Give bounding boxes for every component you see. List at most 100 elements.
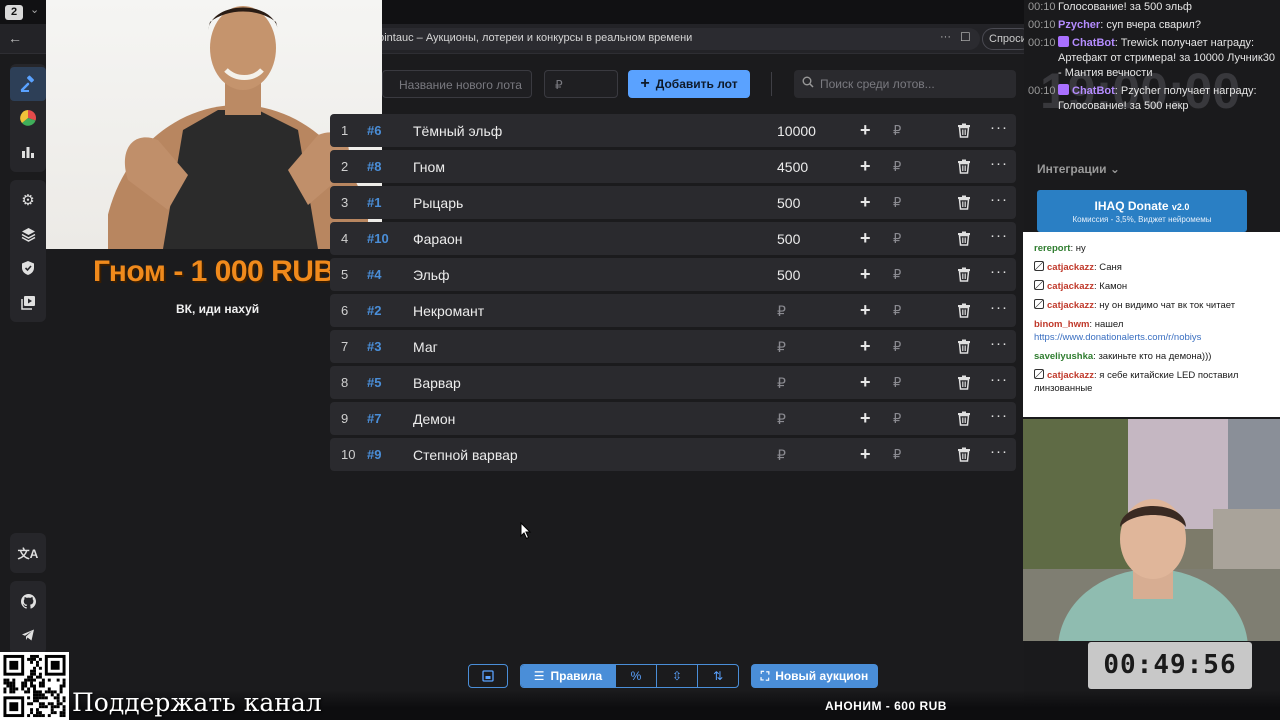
trash-icon[interactable] — [957, 267, 971, 282]
chevron-down-icon: ⌄ — [1109, 162, 1120, 176]
add-amount-button[interactable]: + — [860, 192, 871, 213]
lot-amount-input[interactable]: ₽ — [777, 339, 786, 356]
lot-row[interactable]: 9 #7 Демон ₽ + ₽ ··· — [330, 402, 1016, 435]
more-icon[interactable]: ··· — [940, 31, 951, 43]
more-options-icon[interactable]: ··· — [990, 263, 1008, 280]
lot-extra-amount-input[interactable]: ₽ — [893, 339, 901, 355]
lot-row[interactable]: 1 #6 Тёмный эльф 10000 + ₽ ··· — [330, 114, 1016, 147]
lot-extra-amount-input[interactable]: ₽ — [893, 231, 901, 247]
lot-amount-input[interactable]: 500 — [777, 267, 800, 283]
more-options-icon[interactable]: ··· — [990, 299, 1008, 316]
lot-amount-input[interactable]: ₽ — [777, 411, 786, 428]
stats-bar-chart-icon[interactable] — [10, 135, 46, 169]
sidebar-links-group — [10, 581, 46, 655]
trash-icon[interactable] — [957, 195, 971, 210]
trash-icon[interactable] — [957, 375, 971, 390]
trash-icon[interactable] — [957, 159, 971, 174]
lot-row[interactable]: 4 #10 Фараон 500 + ₽ ··· — [330, 222, 1016, 255]
lot-name[interactable]: Степной варвар — [413, 447, 518, 463]
trash-icon[interactable] — [957, 339, 971, 354]
telegram-icon[interactable] — [10, 618, 46, 652]
lot-row[interactable]: 2 #8 Гном 4500 + ₽ ··· — [330, 150, 1016, 183]
lot-extra-amount-input[interactable]: ₽ — [893, 159, 901, 175]
lot-amount-input[interactable]: ₽ — [777, 375, 786, 392]
add-amount-button[interactable]: + — [860, 156, 871, 177]
lot-name[interactable]: Варвар — [413, 375, 461, 391]
integrations-header[interactable]: Интеграции ⌄ — [1037, 162, 1120, 176]
gear-icon[interactable]: ⚙ — [10, 183, 46, 217]
lot-name[interactable]: Демон — [413, 411, 455, 427]
more-options-icon[interactable]: ··· — [990, 191, 1008, 208]
lot-name[interactable]: Эльф — [413, 267, 450, 283]
more-options-icon[interactable]: ··· — [990, 335, 1008, 352]
tab-count-badge[interactable]: 2 — [5, 5, 23, 20]
github-icon[interactable] — [10, 584, 46, 618]
lot-row[interactable]: 6 #2 Некромант ₽ + ₽ ··· — [330, 294, 1016, 327]
save-button[interactable] — [468, 664, 508, 688]
back-arrow-icon[interactable]: ← — [8, 30, 22, 46]
lot-amount-input[interactable]: ₽ — [777, 303, 786, 320]
translate-icon[interactable]: 文A — [10, 536, 46, 570]
ihaq-donate-card[interactable]: IHAQ Donate v2.0 Комиссия - 3,5%, Виджет… — [1037, 190, 1247, 232]
layers-icon[interactable] — [10, 217, 46, 251]
lot-extra-amount-input[interactable]: ₽ — [893, 447, 901, 463]
percent-button[interactable]: % — [615, 665, 656, 687]
search-input[interactable]: Поиск среди лотов... — [794, 70, 1016, 98]
lot-name[interactable]: Рыцарь — [413, 195, 463, 211]
more-options-icon[interactable]: ··· — [990, 119, 1008, 136]
bookmark-icon[interactable]: ☐ — [960, 30, 971, 44]
auction-gavel-icon[interactable] — [10, 67, 46, 101]
shield-icon[interactable] — [10, 251, 46, 285]
add-amount-button[interactable]: + — [860, 264, 871, 285]
add-amount-button[interactable]: + — [860, 336, 871, 357]
add-lot-button[interactable]: + Добавить лот — [628, 70, 750, 98]
compress-icon[interactable]: ⇳ — [656, 665, 697, 687]
more-options-icon[interactable]: ··· — [990, 407, 1008, 424]
lot-name[interactable]: Маг — [413, 339, 438, 355]
trash-icon[interactable] — [957, 303, 971, 318]
lot-name[interactable]: Фараон — [413, 231, 463, 247]
lot-extra-amount-input[interactable]: ₽ — [893, 123, 901, 139]
add-amount-button[interactable]: + — [860, 444, 871, 465]
lot-extra-amount-input[interactable]: ₽ — [893, 195, 901, 211]
more-options-icon[interactable]: ··· — [990, 371, 1008, 388]
lot-extra-amount-input[interactable]: ₽ — [893, 411, 901, 427]
add-amount-button[interactable]: + — [860, 228, 871, 249]
lot-amount-input[interactable]: 500 — [777, 195, 800, 211]
lot-name[interactable]: Некромант — [413, 303, 484, 319]
add-amount-button[interactable]: + — [860, 408, 871, 429]
lot-amount-input[interactable]: 10000 — [777, 123, 816, 139]
chat-link[interactable]: https://www.donationalerts.com/r/nobiys — [1034, 332, 1201, 343]
trash-icon[interactable] — [957, 411, 971, 426]
more-options-icon[interactable]: ··· — [990, 227, 1008, 244]
add-amount-button[interactable]: + — [860, 120, 871, 141]
trash-icon[interactable] — [957, 123, 971, 138]
lot-row[interactable]: 5 #4 Эльф 500 + ₽ ··· — [330, 258, 1016, 291]
lot-amount-input[interactable]: 500 — [777, 231, 800, 247]
rules-button[interactable]: ☰ Правила — [521, 665, 615, 687]
lot-name[interactable]: Гном — [413, 159, 445, 175]
trash-icon[interactable] — [957, 231, 971, 246]
lot-amount-input[interactable]: ₽ — [777, 447, 786, 464]
more-options-icon[interactable]: ··· — [990, 155, 1008, 172]
chevron-down-icon[interactable]: ⌄ — [30, 3, 39, 16]
sort-icon[interactable]: ⇅ — [697, 665, 738, 687]
new-lot-name-input[interactable]: Название нового лота — [382, 70, 532, 98]
lot-row[interactable]: 8 #5 Варвар ₽ + ₽ ··· — [330, 366, 1016, 399]
lot-row[interactable]: 7 #3 Маг ₽ + ₽ ··· — [330, 330, 1016, 363]
lot-row[interactable]: 10 #9 Степной варвар ₽ + ₽ ··· — [330, 438, 1016, 471]
add-amount-button[interactable]: + — [860, 300, 871, 321]
new-auction-button[interactable]: ⛶ Новый аукцион — [751, 664, 878, 688]
lot-extra-amount-input[interactable]: ₽ — [893, 267, 901, 283]
lot-extra-amount-input[interactable]: ₽ — [893, 303, 901, 319]
wheel-pie-icon[interactable] — [10, 101, 46, 135]
new-lot-price-input[interactable]: ₽ — [544, 70, 618, 98]
video-library-icon[interactable] — [10, 285, 46, 319]
lot-row[interactable]: 3 #1 Рыцарь 500 + ₽ ··· — [330, 186, 1016, 219]
lot-extra-amount-input[interactable]: ₽ — [893, 375, 901, 391]
trash-icon[interactable] — [957, 447, 971, 462]
lot-name[interactable]: Тёмный эльф — [413, 123, 502, 139]
lot-amount-input[interactable]: 4500 — [777, 159, 808, 175]
add-amount-button[interactable]: + — [860, 372, 871, 393]
more-options-icon[interactable]: ··· — [990, 443, 1008, 460]
